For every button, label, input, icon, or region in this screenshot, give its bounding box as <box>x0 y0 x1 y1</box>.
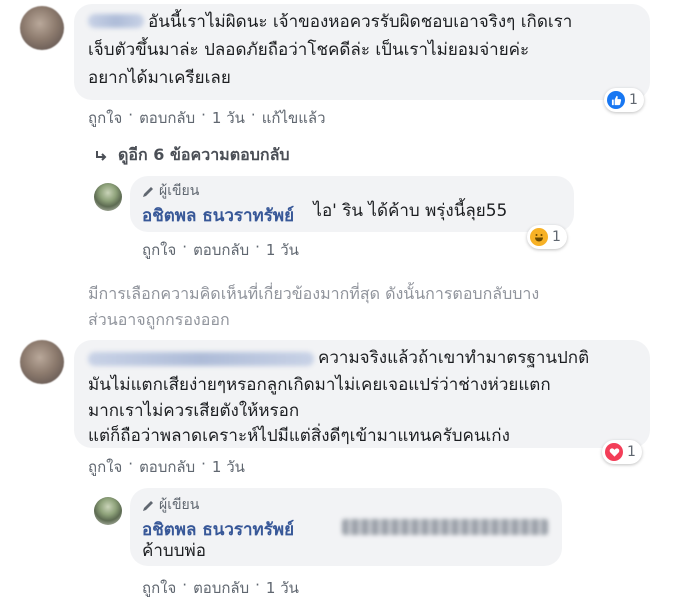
commenter-avatar[interactable] <box>20 340 64 384</box>
comment-text-line: ความจริงแล้วถ้าเขาทำมาตรฐานปกติ <box>318 348 590 368</box>
separator: · <box>182 576 188 594</box>
like-link[interactable]: ถูกใจ <box>88 455 122 479</box>
timestamp-link[interactable]: 1 วัน <box>212 106 245 130</box>
separator: · <box>255 238 260 256</box>
separator: · <box>128 106 134 124</box>
separator: · <box>182 238 188 256</box>
haha-icon <box>530 228 548 246</box>
commenter-avatar[interactable] <box>20 6 64 50</box>
author-name-link[interactable]: อชิตพล ธนวราทรัพย์ <box>142 202 294 229</box>
comment-text-line: เจ็บตัวขึ้นมาล่ะ ปลอดภัยถือว่าโชคดีล่ะ เ… <box>88 40 530 60</box>
timestamp-link[interactable]: 1 วัน <box>266 576 299 600</box>
filter-notice-line: ส่วนอาจถูกกรองออก <box>88 310 230 329</box>
author-badge: ผู้เขียน <box>142 494 199 516</box>
comment-text-line: มันไม่แตกเสียง่ายๆหรอกลูกเกิดมาไม่เคยเจอ… <box>88 375 551 395</box>
commenter-name-redacted[interactable] <box>88 352 314 366</box>
author-badge-label: ผู้เขียน <box>159 497 200 513</box>
comment-text-line: อยากได้มาเครียเลย <box>88 68 231 88</box>
edited-label[interactable]: แก้ไขแล้ว <box>262 106 326 130</box>
author-avatar[interactable] <box>94 183 122 211</box>
author-avatar[interactable] <box>94 497 122 525</box>
reply-actions: ถูกใจ · ตอบกลับ · 1 วัน <box>142 238 299 262</box>
reaction-summary[interactable]: 1 <box>527 225 567 249</box>
view-more-replies[interactable]: ดูอีก 6 ข้อความตอบกลับ <box>94 143 290 168</box>
pencil-icon <box>143 186 153 197</box>
reply-text: ไอ' ริน ได้ค้าบ พรุ่งนี้ลุย55 <box>308 201 508 221</box>
like-icon <box>607 91 625 109</box>
reaction-summary[interactable]: 1 <box>604 88 644 112</box>
like-link[interactable]: ถูกใจ <box>142 576 176 600</box>
comment-actions: ถูกใจ · ตอบกลับ · 1 วัน · แก้ไขแล้ว <box>88 106 326 130</box>
reply-link[interactable]: ตอบกลับ <box>193 238 249 262</box>
comment-text-line: มากเราไม่ควรเสียตังให้หรอก <box>88 401 300 421</box>
commenter-name-redacted[interactable] <box>88 14 144 28</box>
reply-link[interactable]: ตอบกลับ <box>139 455 195 479</box>
separator: · <box>255 576 260 594</box>
reaction-count: 1 <box>629 92 638 108</box>
timestamp-link[interactable]: 1 วัน <box>212 455 245 479</box>
timestamp-link[interactable]: 1 วัน <box>266 238 299 262</box>
reaction-count: 1 <box>627 444 636 460</box>
reply-text: ค้าบบพ่อ <box>142 541 206 561</box>
separator: · <box>201 455 206 473</box>
comment-text-line: แต่ก็ถือว่าพลาดเคราะห์ไปมีแต่สิ่งดีๆเข้า… <box>88 426 510 446</box>
filter-notice-line: มีการเลือกความคิดเห็นที่เกี่ยวข้องมากที่… <box>88 284 540 303</box>
separator: · <box>128 455 134 473</box>
love-icon <box>605 443 623 461</box>
reply-link[interactable]: ตอบกลับ <box>139 106 195 130</box>
pencil-icon <box>143 500 153 511</box>
comment-actions: ถูกใจ · ตอบกลับ · 1 วัน <box>88 455 245 479</box>
author-badge: ผู้เขียน <box>142 180 199 202</box>
like-link[interactable]: ถูกใจ <box>88 106 122 130</box>
reaction-summary[interactable]: 1 <box>602 440 642 464</box>
reaction-count: 1 <box>552 229 561 245</box>
separator: · <box>250 106 256 124</box>
like-link[interactable]: ถูกใจ <box>142 238 176 262</box>
reply-arrow-icon <box>96 150 107 161</box>
author-badge-label: ผู้เขียน <box>159 183 200 199</box>
tagged-name-redacted <box>342 519 548 535</box>
reply-actions: ถูกใจ · ตอบกลับ · 1 วัน <box>142 576 299 600</box>
reply-link[interactable]: ตอบกลับ <box>193 576 249 600</box>
comment-text-line: อันนี้เราไม่ผิดนะ เจ้าของหอควรรับผิดชอบเ… <box>148 12 573 32</box>
view-more-replies-label: ดูอีก 6 ข้อความตอบกลับ <box>118 145 290 164</box>
separator: · <box>201 106 206 124</box>
